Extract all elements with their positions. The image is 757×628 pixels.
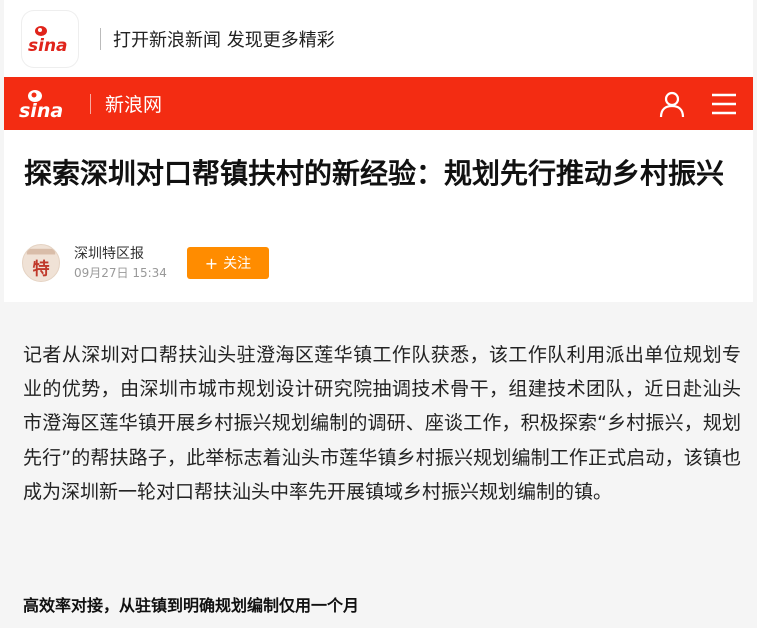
- article-header: 探索深圳对口帮镇扶村的新经验：规划先行推动乡村振兴 特 深圳特区报 09月27日…: [4, 130, 753, 302]
- nav-actions: [657, 89, 739, 119]
- nav-divider: [90, 93, 91, 114]
- author-info: 深圳特区报 09月27日 15:34: [74, 245, 167, 281]
- svg-text:特: 特: [32, 258, 49, 279]
- svg-text:sina: sina: [19, 100, 63, 120]
- svg-text:sina: sina: [28, 36, 68, 54]
- plus-icon: +: [204, 253, 219, 273]
- app-download-banner[interactable]: sina 打开新浪新闻 发现更多精彩: [4, 0, 753, 77]
- article-paragraph: 记者从深圳对口帮扶汕头驻澄海区莲华镇工作队获悉，该工作队利用派出单位规划专业的优…: [23, 344, 741, 503]
- follow-label: 关注: [223, 256, 252, 272]
- follow-button[interactable]: + 关注: [186, 247, 269, 279]
- article-subheading: 高效率对接，从驻镇到明确规划编制仅用一个月: [23, 596, 360, 615]
- sina-logo-icon: sina: [19, 89, 63, 120]
- publish-time: 09月27日 15:34: [74, 266, 167, 280]
- banner-slogan[interactable]: 打开新浪新闻 发现更多精彩: [113, 26, 335, 52]
- article-title: 探索深圳对口帮镇扶村的新经验：规划先行推动乡村振兴: [24, 157, 725, 190]
- author-name[interactable]: 深圳特区报: [74, 245, 167, 263]
- hamburger-menu-icon[interactable]: [709, 89, 739, 119]
- user-icon[interactable]: [657, 89, 687, 119]
- banner-divider: [100, 27, 101, 50]
- author-bar: 特 深圳特区报 09月27日 15:34 + 关注: [22, 244, 269, 282]
- nav-site-title[interactable]: 新浪网: [105, 90, 162, 117]
- avatar[interactable]: 特: [22, 244, 60, 282]
- nav-sina-logo[interactable]: sina: [18, 88, 74, 120]
- top-nav: sina 新浪网: [4, 77, 753, 130]
- sina-app-logo: sina: [22, 10, 78, 67]
- sina-logo-icon: sina: [28, 25, 68, 54]
